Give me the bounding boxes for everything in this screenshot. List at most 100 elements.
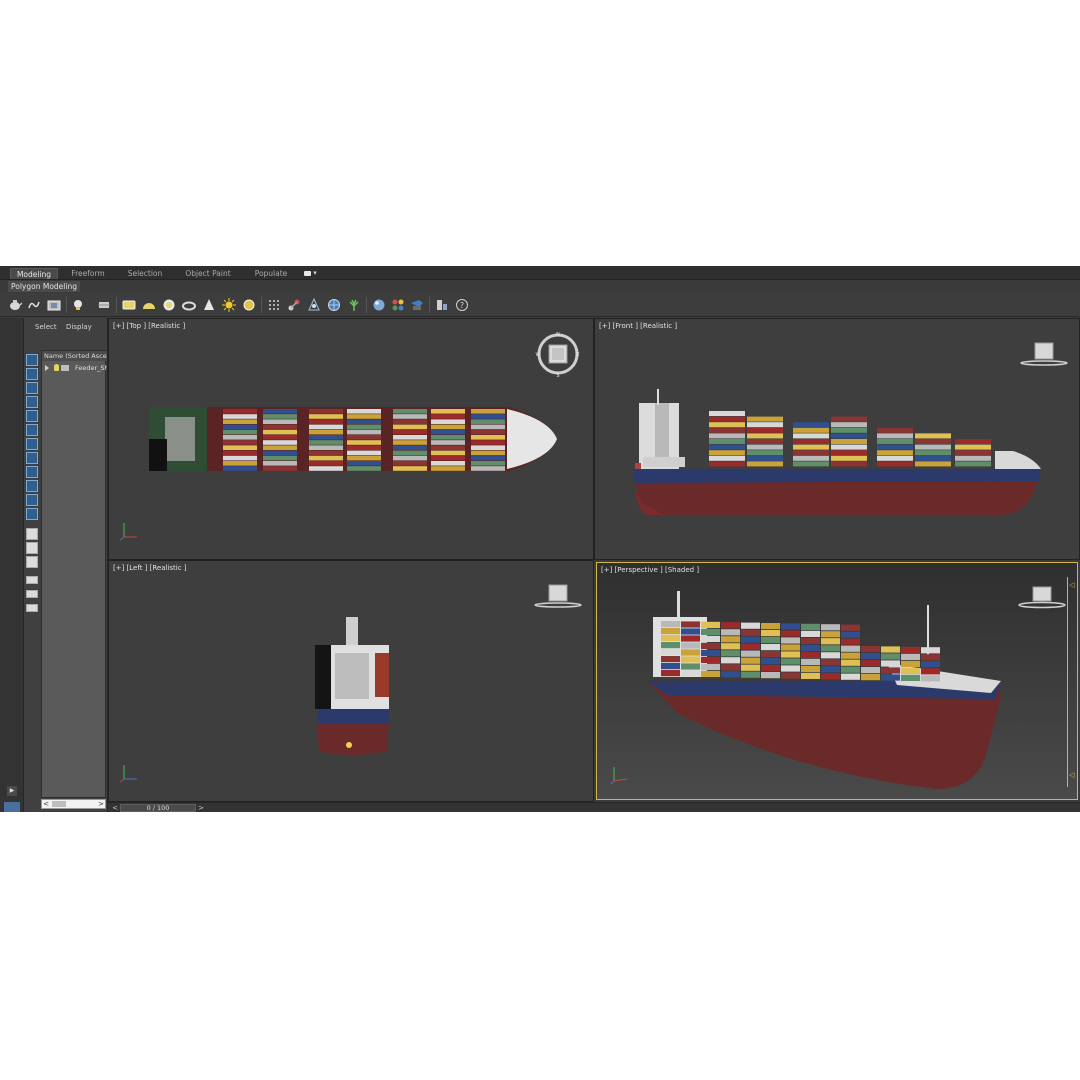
tab-modeling[interactable]: Modeling bbox=[10, 268, 58, 279]
ship-top-view bbox=[149, 407, 557, 471]
container-block bbox=[901, 653, 920, 660]
tab-selection[interactable]: Selection bbox=[124, 268, 166, 279]
funnel-filter-alt-icon[interactable] bbox=[26, 590, 38, 598]
sun-icon[interactable] bbox=[222, 298, 236, 312]
chevron-down-icon: ▾ bbox=[313, 269, 317, 277]
container-block bbox=[861, 653, 880, 660]
time-slider[interactable]: < 0 / 100 > bbox=[108, 802, 1080, 812]
container-block bbox=[223, 450, 257, 456]
viewport-front[interactable]: [+] [Front ] [Realistic ] bbox=[594, 318, 1080, 560]
layer-add-icon[interactable] bbox=[26, 556, 38, 568]
helper-icon[interactable] bbox=[97, 298, 111, 312]
polygon-modeling-label[interactable]: Polygon Modeling bbox=[8, 281, 80, 292]
ribbon-subbar bbox=[0, 280, 1080, 293]
light-bulb-icon[interactable] bbox=[72, 298, 86, 312]
explorer-tab-select[interactable]: Select bbox=[35, 323, 57, 331]
camera-icon[interactable] bbox=[47, 298, 61, 312]
filter-cameras-icon[interactable] bbox=[26, 396, 38, 408]
material-sphere-icon[interactable] bbox=[372, 298, 386, 312]
container-block bbox=[661, 635, 680, 642]
filter-xrefs-icon[interactable] bbox=[26, 452, 38, 464]
app-window: Modeling Freeform Selection Object Paint… bbox=[0, 266, 1080, 812]
next-frame-button[interactable]: > bbox=[196, 804, 206, 812]
container-block bbox=[821, 666, 840, 673]
visibility-bulb-icon[interactable] bbox=[54, 364, 59, 371]
filter-lights-icon[interactable] bbox=[26, 382, 38, 394]
tab-freeform[interactable]: Freeform bbox=[66, 268, 110, 279]
container-block bbox=[761, 630, 780, 637]
container-block bbox=[347, 461, 381, 466]
viewport-perspective[interactable]: [+] [Perspective ] [Shaded ] ◁ ◁ bbox=[596, 562, 1078, 800]
list-view-icon[interactable] bbox=[26, 604, 38, 612]
container-block bbox=[263, 455, 297, 461]
filter-groups-icon[interactable] bbox=[26, 438, 38, 450]
skylight-icon[interactable] bbox=[242, 298, 256, 312]
container-block bbox=[263, 414, 297, 419]
hemisphere-icon[interactable] bbox=[142, 298, 156, 312]
torus-icon[interactable] bbox=[182, 298, 196, 312]
filter-shapes-icon[interactable] bbox=[26, 368, 38, 380]
container-block bbox=[841, 631, 860, 638]
container-block bbox=[393, 435, 427, 440]
filter-geometry-icon[interactable] bbox=[26, 354, 38, 366]
layer-icon[interactable] bbox=[26, 528, 38, 540]
expand-triangle-icon[interactable] bbox=[45, 365, 49, 371]
layer-new-icon[interactable] bbox=[26, 542, 38, 554]
teapot-icon[interactable] bbox=[8, 298, 22, 312]
compass-rig-icon[interactable] bbox=[307, 298, 321, 312]
container-block bbox=[223, 409, 257, 414]
scroll-thumb[interactable] bbox=[52, 801, 66, 807]
container-block bbox=[681, 642, 700, 649]
explorer-column-header[interactable]: Name (Sorted Ascending) bbox=[42, 351, 107, 361]
filter-bones-icon[interactable] bbox=[26, 466, 38, 478]
container-block bbox=[309, 461, 343, 466]
filter-frozen-icon[interactable] bbox=[26, 508, 38, 520]
explorer-tab-display[interactable]: Display bbox=[66, 323, 92, 331]
container-block bbox=[701, 649, 720, 656]
material-editor-icon[interactable] bbox=[391, 298, 405, 312]
filter-spacewarps-icon[interactable] bbox=[26, 424, 38, 436]
container-block bbox=[877, 427, 913, 433]
explorer-tabs: Select Display bbox=[24, 318, 108, 336]
container-block bbox=[471, 435, 505, 440]
help-icon[interactable]: ? bbox=[455, 298, 469, 312]
container-block bbox=[263, 445, 297, 450]
container-block bbox=[471, 419, 505, 424]
scroll-left-button[interactable]: < bbox=[42, 800, 50, 808]
plane-icon[interactable] bbox=[122, 298, 136, 312]
container-block bbox=[877, 450, 913, 456]
cone-icon[interactable] bbox=[202, 298, 216, 312]
expand-arrow-button[interactable]: ▶ bbox=[7, 786, 17, 796]
particles-icon[interactable] bbox=[267, 298, 281, 312]
shape-icon[interactable] bbox=[27, 298, 41, 312]
filter-helpers-icon[interactable] bbox=[26, 410, 38, 422]
container-block bbox=[471, 429, 505, 435]
prev-frame-button[interactable]: < bbox=[110, 804, 120, 812]
render-icon[interactable] bbox=[410, 298, 424, 312]
time-slider-thumb[interactable]: 0 / 100 bbox=[120, 804, 196, 812]
panel-toggle-button[interactable] bbox=[4, 802, 20, 812]
ribbon-tabs: Modeling Freeform Selection Object Paint… bbox=[0, 266, 1080, 280]
scene-converter-icon[interactable] bbox=[435, 298, 449, 312]
container-block bbox=[431, 429, 465, 435]
filter-containers-icon[interactable] bbox=[26, 494, 38, 506]
viewport-top[interactable]: [+] [Top ] [Realistic ] N E S W bbox=[108, 318, 594, 560]
left-command-strip: ▶ bbox=[0, 318, 24, 812]
tab-object-paint[interactable]: Object Paint bbox=[184, 268, 232, 279]
viewport-left[interactable]: [+] [Left ] [Realistic ] bbox=[108, 560, 594, 802]
ribbon-options-button[interactable]: ▾ bbox=[304, 269, 320, 277]
container-block bbox=[471, 461, 505, 466]
foliage-icon[interactable] bbox=[347, 298, 361, 312]
bones-icon[interactable] bbox=[287, 298, 301, 312]
sphere-icon[interactable] bbox=[162, 298, 176, 312]
tab-populate[interactable]: Populate bbox=[252, 268, 290, 279]
globe-icon[interactable] bbox=[327, 298, 341, 312]
list-item[interactable]: Feeder_Ship bbox=[42, 363, 107, 373]
container-block bbox=[431, 414, 465, 419]
container-block bbox=[881, 653, 900, 660]
filter-particles-icon[interactable] bbox=[26, 480, 38, 492]
funnel-filter-icon[interactable] bbox=[26, 576, 38, 584]
container-block bbox=[831, 422, 867, 428]
scroll-right-button[interactable]: > bbox=[97, 800, 105, 808]
explorer-hscrollbar[interactable]: < > bbox=[41, 799, 106, 809]
